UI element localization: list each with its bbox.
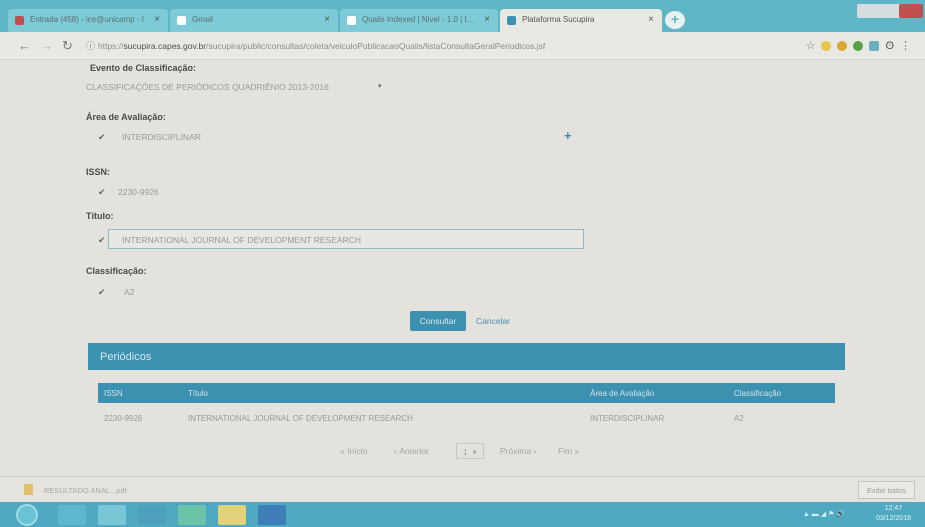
- next-page-link[interactable]: Próxima ›: [500, 443, 536, 459]
- periodicos-panel-title: Periódicos: [88, 343, 845, 370]
- tab-label: Qualis Indexed | Nivel - 1.0 | I...: [362, 15, 474, 24]
- tab-label: Plataforma Sucupira: [522, 15, 595, 24]
- close-tab-icon[interactable]: ×: [484, 14, 490, 25]
- prev-label: Anterior: [399, 446, 429, 456]
- cell-area: INTERDISCIPLINAR: [590, 414, 665, 423]
- extension-icon[interactable]: [837, 40, 848, 51]
- col-classificacao[interactable]: Classificação: [734, 389, 781, 398]
- profile-icon[interactable]: ʘ: [885, 40, 894, 52]
- clock-date: 03/12/2018: [875, 515, 911, 522]
- url-host: sucupira.capes.gov.br: [123, 41, 207, 51]
- close-tab-icon[interactable]: ×: [648, 14, 654, 25]
- file-explorer-icon[interactable]: [98, 505, 126, 525]
- tab-sucupira[interactable]: Plataforma Sucupira ×: [500, 9, 662, 32]
- media-player-icon[interactable]: [138, 505, 166, 525]
- checkmark-icon: ✔: [98, 235, 106, 245]
- new-tab-button[interactable]: +: [665, 11, 685, 29]
- cell-classificacao: A2: [734, 414, 744, 423]
- dropdown-arrow-icon[interactable]: ▾: [378, 82, 382, 90]
- cell-titulo: INTERNATIONAL JOURNAL OF DEVELOPMENT RES…: [188, 414, 413, 423]
- menu-icon[interactable]: ⋮: [900, 39, 911, 52]
- issn-value[interactable]: 2230-9926: [118, 187, 159, 197]
- col-issn[interactable]: ISSN: [104, 389, 123, 398]
- sucupira-icon: [507, 16, 516, 25]
- download-bar: RESULTADO ANAL...pdf Exibir todos: [0, 476, 925, 502]
- download-item[interactable]: RESULTADO ANAL...pdf: [44, 486, 127, 495]
- mail-icon: [15, 16, 24, 25]
- page-number: 1: [463, 447, 468, 457]
- clock[interactable]: 12:47 03/12/2018: [876, 504, 911, 524]
- windows-taskbar: ▲ ▬ ◢ ⚑ 🔊 12:47 03/12/2018: [0, 502, 925, 527]
- checkmark-icon: ✔: [98, 187, 106, 197]
- checkmark-icon: ✔: [98, 132, 106, 142]
- area-value[interactable]: INTERDISCIPLINAR: [122, 132, 201, 142]
- tab-label: Entrada (458) - ice@unicamp · I: [30, 15, 144, 24]
- info-icon: ⓘ: [86, 41, 96, 51]
- cancelar-link[interactable]: Cancelar: [476, 316, 510, 326]
- browser-tab-strip: Entrada (458) - ice@unicamp · I × Gmail …: [0, 0, 925, 32]
- consultar-button[interactable]: Consultar: [410, 311, 466, 331]
- internet-explorer-icon[interactable]: [58, 505, 86, 525]
- extension-icon[interactable]: [821, 40, 832, 51]
- first-label: Início: [347, 446, 368, 456]
- page-select[interactable]: 1 ▾: [456, 443, 484, 459]
- url-prefix: https://: [98, 41, 124, 51]
- clock-time: 12:47: [884, 505, 903, 512]
- forward-arrow-icon[interactable]: →: [40, 38, 53, 53]
- prev-page-link[interactable]: ‹ Anterior: [394, 443, 429, 459]
- start-button[interactable]: [16, 504, 38, 526]
- extension-icon[interactable]: [853, 40, 864, 51]
- system-tray-icons[interactable]: ▲ ▬ ◢ ⚑ 🔊: [803, 510, 845, 518]
- gmail-icon: [177, 16, 186, 25]
- classificacao-label: Classificação:: [86, 266, 147, 276]
- pdf-file-icon: [24, 484, 33, 495]
- results-table-header: ISSN Título Área de Avaliação Classifica…: [98, 383, 835, 403]
- tab-email[interactable]: Entrada (458) - ice@unicamp · I ×: [8, 9, 168, 32]
- col-area[interactable]: Área de Avaliação: [590, 389, 654, 398]
- issn-label: ISSN:: [86, 167, 111, 177]
- evento-label: Evento de Classificação:: [90, 63, 197, 73]
- close-tab-icon[interactable]: ×: [324, 14, 330, 25]
- word-icon[interactable]: [258, 505, 286, 525]
- tab-gmail[interactable]: Gmail ×: [170, 9, 338, 32]
- page-icon: [347, 16, 356, 25]
- close-tab-icon[interactable]: ×: [154, 14, 160, 25]
- next-label: Próxima: [500, 446, 532, 456]
- notes-icon[interactable]: [218, 505, 246, 525]
- chrome-icon[interactable]: [178, 505, 206, 525]
- browser-toolbar: ← → ↻ ⓘ https://sucupira.capes.gov.br/su…: [0, 32, 925, 60]
- star-icon[interactable]: ☆: [806, 39, 816, 52]
- evento-select[interactable]: CLASSIFICAÇÕES DE PERIÓDICOS QUADRIÊNIO …: [86, 82, 329, 92]
- url-path: /sucupira/public/consultas/coleta/veicul…: [206, 41, 546, 51]
- checkmark-icon: ✔: [98, 287, 106, 297]
- table-row[interactable]: 2230-9926 INTERNATIONAL JOURNAL OF DEVEL…: [98, 403, 835, 431]
- address-bar[interactable]: ⓘ https://sucupira.capes.gov.br/sucupira…: [84, 38, 754, 54]
- window-controls: [857, 4, 923, 18]
- col-titulo[interactable]: Título: [188, 389, 208, 398]
- last-page-link[interactable]: Fim »: [558, 443, 579, 459]
- extension-icon[interactable]: [869, 40, 880, 51]
- area-label: Área de Avaliação:: [86, 112, 166, 122]
- classificacao-value[interactable]: A2: [124, 287, 134, 297]
- extension-icons: ☆ ʘ ⋮: [806, 39, 911, 53]
- add-area-icon[interactable]: +: [564, 128, 572, 143]
- cell-issn: 2230-9926: [104, 414, 143, 423]
- titulo-label: Título:: [86, 211, 114, 221]
- titulo-value: INTERNATIONAL JOURNAL OF DEVELOPMENT RES…: [122, 235, 361, 245]
- tab-label: Gmail: [192, 15, 213, 24]
- window-close-button[interactable]: [899, 4, 923, 18]
- back-arrow-icon[interactable]: ←: [18, 38, 31, 53]
- first-page-link[interactable]: « Início: [340, 443, 367, 459]
- last-label: Fim: [558, 446, 573, 456]
- tab-qualis[interactable]: Qualis Indexed | Nivel - 1.0 | I... ×: [340, 9, 498, 32]
- reload-icon[interactable]: ↻: [62, 38, 73, 54]
- show-all-downloads-button[interactable]: Exibir todos: [857, 481, 915, 499]
